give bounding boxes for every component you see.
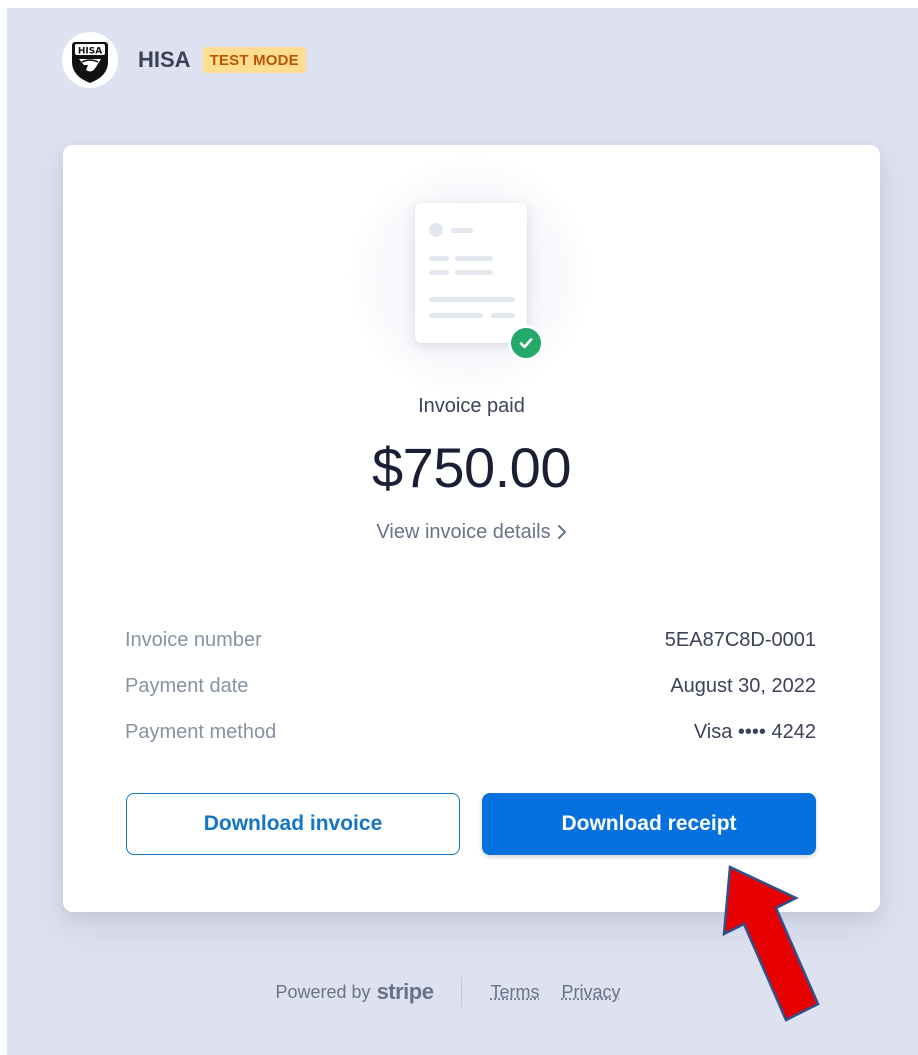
download-invoice-button[interactable]: Download invoice xyxy=(126,793,460,855)
detail-row-invoice-number: Invoice number 5EA87C8D-0001 xyxy=(125,617,816,663)
logo-text: HISA xyxy=(78,47,102,57)
invoice-document-icon xyxy=(415,203,527,343)
view-invoice-details-link[interactable]: View invoice details xyxy=(63,521,880,546)
detail-label: Invoice number xyxy=(125,628,262,651)
red-arrow-icon xyxy=(722,865,820,1022)
view-invoice-details-label: View invoice details xyxy=(376,521,551,543)
download-receipt-button[interactable]: Download receipt xyxy=(482,793,816,855)
brand-header[interactable]: HISA HISA TEST MODE xyxy=(62,32,306,88)
invoice-amount: $750.00 xyxy=(372,436,571,499)
stripe-logo: stripe xyxy=(376,979,434,1004)
brand-name: HISA xyxy=(138,47,191,72)
powered-by-label: Powered by xyxy=(275,981,371,1002)
terms-link[interactable]: Terms xyxy=(490,982,539,1003)
detail-value: August 30, 2022 xyxy=(670,674,816,697)
invoice-card: Invoice paid $750.00 View invoice detail… xyxy=(63,145,880,912)
invoice-status: Invoice paid xyxy=(418,395,525,417)
detail-value: 5EA87C8D-0001 xyxy=(664,628,816,651)
check-circle-icon xyxy=(508,325,544,361)
detail-label: Payment method xyxy=(125,720,277,743)
invoice-details-list: Invoice number 5EA87C8D-0001 Payment dat… xyxy=(125,617,816,755)
powered-by-stripe[interactable]: Powered by stripe xyxy=(276,979,434,1005)
chevron-right-icon xyxy=(557,523,567,546)
footer-divider xyxy=(461,977,463,1007)
detail-row-payment-date: Payment date August 30, 2022 xyxy=(125,663,816,709)
privacy-link[interactable]: Privacy xyxy=(561,982,620,1003)
hisa-logo-icon: HISA xyxy=(62,32,118,88)
test-mode-badge: TEST MODE xyxy=(202,47,306,73)
detail-row-payment-method: Payment method Visa •••• 4242 xyxy=(125,709,816,755)
detail-value: Visa •••• 4242 xyxy=(693,720,816,743)
detail-label: Payment date xyxy=(125,674,249,697)
